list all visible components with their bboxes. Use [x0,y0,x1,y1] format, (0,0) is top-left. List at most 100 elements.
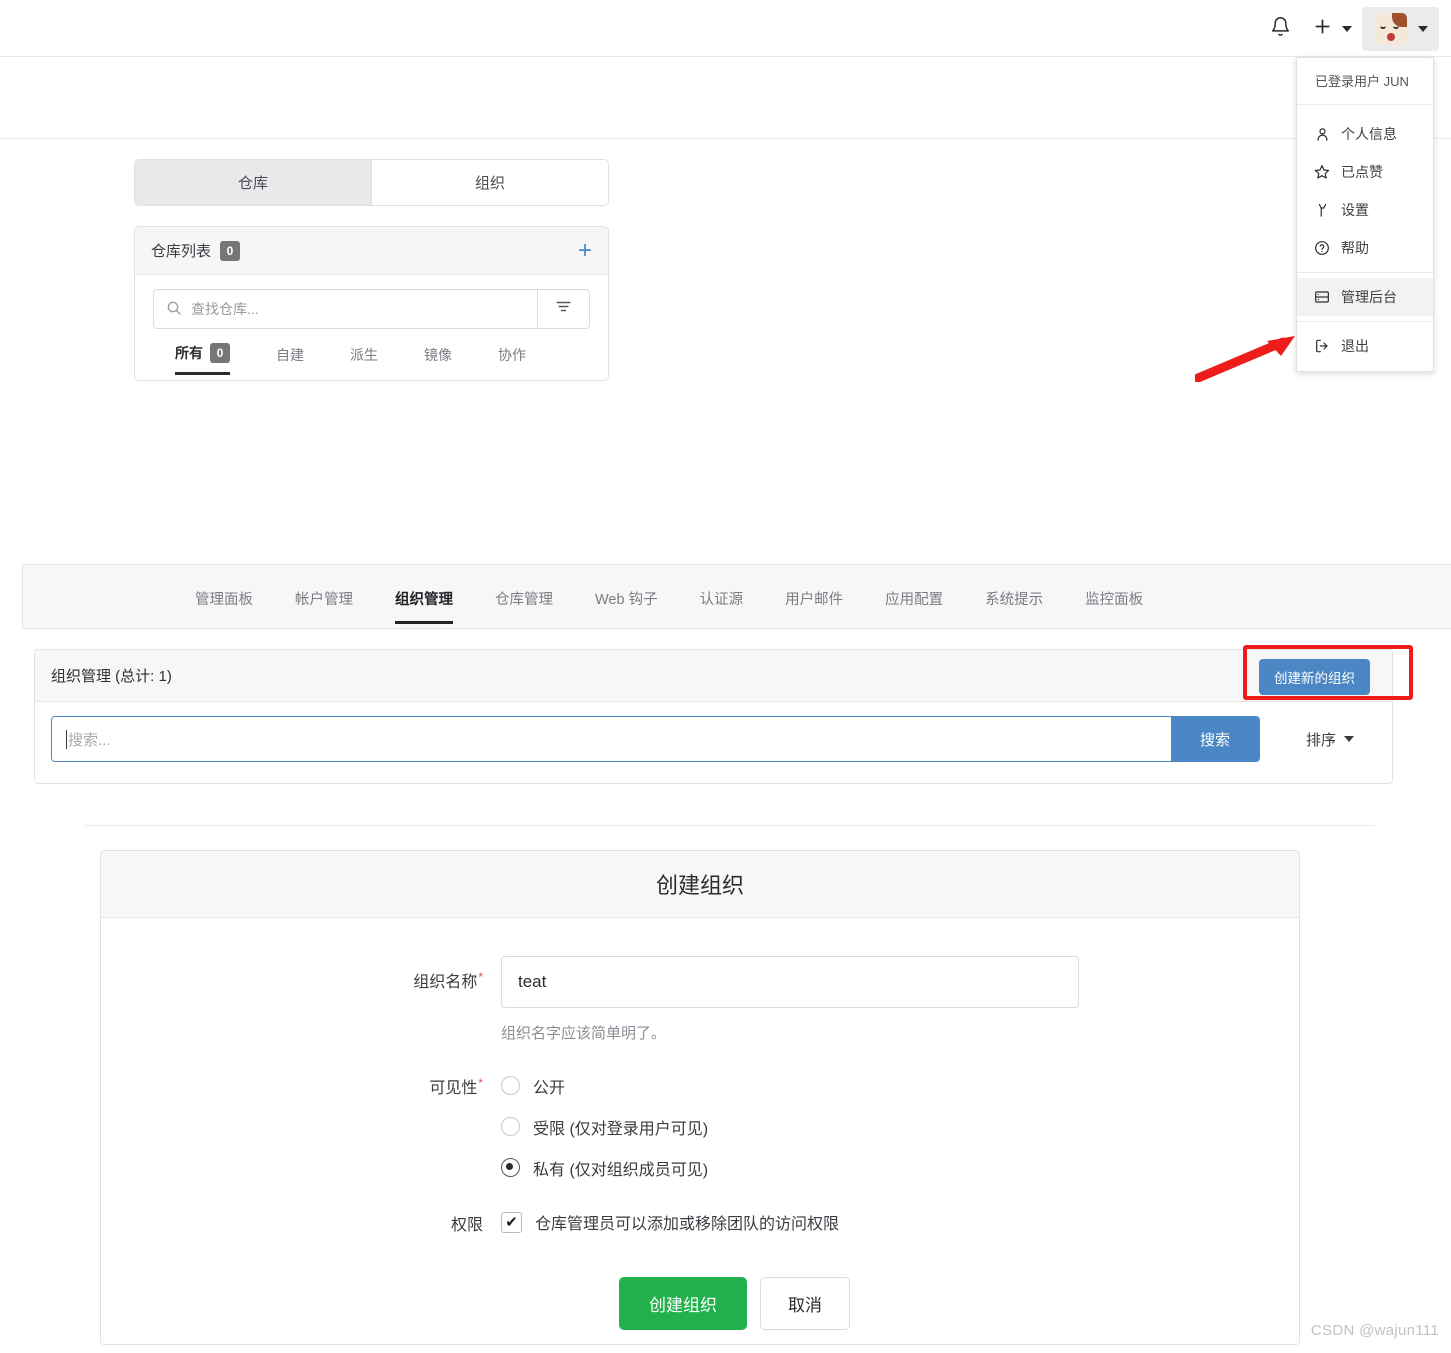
visibility-option-private[interactable]: 私有 (仅对组织成员可见) [501,1147,1299,1188]
avatar-hair [1392,12,1407,27]
repository-filter-tab-forks[interactable]: 派生 [350,337,378,375]
admin-tab-emails[interactable]: 用户邮件 [785,564,843,621]
filter-tab-count: 0 [210,343,230,363]
repository-filter-tab-all[interactable]: 所有 0 [175,337,230,375]
menu-item-label: 退出 [1341,338,1369,354]
admin-tab-organizations[interactable]: 组织管理 [395,564,453,624]
radio-public[interactable] [501,1076,520,1095]
filter-tab-label: 镜像 [424,346,452,363]
radio-label: 受限 (仅对登录用户可见) [533,1120,709,1138]
segment-tab-repositories[interactable]: 仓库 [135,160,371,205]
repository-filter-tabs: 所有 0 自建 派生 镜像 协作 [153,337,590,375]
menu-item-profile[interactable]: 个人信息 [1297,115,1433,153]
watermark: CSDN @wajun111 [1310,1322,1439,1339]
admin-tab-label: 组织管理 [395,592,453,608]
org-name-input[interactable] [501,956,1079,1008]
form-row-visibility: 可见性* 公开 受限 (仅对登录用户可见) 私有 (仅对组织成员可见) [101,1065,1299,1188]
admin-tab-monitoring[interactable]: 监控面板 [1085,564,1143,621]
admin-tab-dashboard[interactable]: 管理面板 [195,564,253,621]
menu-item-label: 已点赞 [1341,164,1383,180]
repository-filter-button[interactable] [537,290,589,328]
menu-item-settings[interactable]: 设置 [1297,191,1433,229]
repository-search-input[interactable]: 查找仓库... [154,290,537,328]
admin-tab-label: 应用配置 [885,592,944,608]
checkbox-label: 仓库管理员可以添加或移除团队的访问权限 [535,1216,840,1233]
chevron-down-icon [1344,736,1355,742]
organization-search-row: 搜索... 搜索 排序 [35,702,1392,762]
create-new-organization-button[interactable]: 创建新的组织 [1259,659,1370,695]
menu-item-logout[interactable]: 退出 [1297,327,1433,371]
menu-item-admin-panel[interactable]: 管理后台 [1297,278,1433,316]
admin-tab-repositories[interactable]: 仓库管理 [495,564,553,621]
admin-tab-notices[interactable]: 系统提示 [985,564,1043,621]
sign-out-icon [1314,338,1330,354]
annotation-arrow [1193,330,1305,383]
server-icon [1314,289,1330,305]
submit-create-organization-button[interactable]: 创建组织 [619,1277,747,1330]
admin-tab-authentication[interactable]: 认证源 [700,564,744,621]
repository-count-badge: 0 [220,240,241,261]
text-cursor [66,729,67,749]
repository-filter-tab-mirrors[interactable]: 镜像 [424,337,452,375]
repository-filter-tab-collaborative[interactable]: 协作 [498,337,526,375]
avatar [1375,12,1407,45]
navbar-right-actions [1258,0,1439,57]
form-row-org-name: 组织名称* 组织名字应该简单明了。 [101,956,1299,1043]
visibility-option-limited[interactable]: 受限 (仅对登录用户可见) [501,1106,1299,1147]
repository-list-card: 仓库列表 0 + 查找仓库... 所有 0 自建 派生 镜像 协作 [134,226,609,381]
section-divider [85,825,1375,826]
notification-bell-button[interactable] [1258,7,1302,51]
admin-tab-label: 用户邮件 [785,592,844,608]
admin-tab-label: 认证源 [699,592,744,608]
organization-search-button[interactable]: 搜索 [1171,717,1259,761]
admin-tab-config[interactable]: 应用配置 [885,564,943,621]
permission-control: ✔ 仓库管理员可以添加或移除团队的访问权限 [501,1210,1299,1235]
avatar-eye-right [1393,26,1399,29]
filter-tab-label: 派生 [350,346,378,363]
organization-search-input[interactable]: 搜索... [52,717,1171,761]
search-icon [166,300,182,319]
form-action-buttons: 创建组织 取消 [619,1277,1299,1330]
menu-item-help[interactable]: 帮助 [1297,229,1433,267]
filter-tab-label: 协作 [498,346,526,363]
segment-tab-label: 组织 [474,175,505,192]
admin-navigation-bar: 管理面板 帐户管理 组织管理 仓库管理 Web 钩子 认证源 用户邮件 应用配置 [22,564,1451,629]
filter-tab-label: 自建 [276,346,304,363]
repository-filter-tab-own[interactable]: 自建 [276,337,304,375]
organization-panel-title: 组织管理 (总计: 1) [51,668,172,685]
segment-tab-organizations[interactable]: 组织 [371,160,608,205]
person-icon [1314,126,1330,142]
repository-search-placeholder: 查找仓库... [191,301,259,317]
cancel-button[interactable]: 取消 [760,1277,850,1330]
radio-limited[interactable] [501,1117,520,1136]
org-name-help-text: 组织名字应该简单明了。 [501,1025,667,1042]
filter-icon [554,297,573,321]
visibility-option-public[interactable]: 公开 [501,1065,1299,1106]
chevron-down-icon [1342,25,1352,32]
checkbox-repo-admin-change-team-access[interactable]: ✔ [501,1211,522,1233]
question-circle-icon [1314,240,1330,256]
wrench-icon [1314,202,1330,218]
required-marker: * [478,1075,483,1090]
create-organization-form-header: 创建组织 [101,851,1299,918]
sort-dropdown[interactable]: 排序 [1306,729,1355,750]
star-icon [1314,164,1330,180]
admin-tab-webhooks[interactable]: Web 钩子 [595,564,658,621]
menu-item-label: 设置 [1341,202,1369,218]
menu-item-starred[interactable]: 已点赞 [1297,153,1433,191]
admin-tab-accounts[interactable]: 帐户管理 [295,564,353,621]
create-organization-form-body: 组织名称* 组织名字应该简单明了。 可见性* 公开 [101,918,1299,1330]
radio-private[interactable] [501,1158,520,1177]
create-new-menu-button[interactable] [1302,7,1362,51]
user-dropdown-menu: 已登录用户 JUN 个人信息 已点赞 设置 帮助 管理后台 退出 [1296,57,1434,372]
permission-label: 权限 [101,1210,501,1235]
new-repository-button[interactable]: + [578,238,592,263]
menu-divider [1297,321,1433,322]
organization-management-panel: 组织管理 (总计: 1) 创建新的组织 搜索... 搜索 排序 [34,649,1393,784]
radio-label: 私有 (仅对组织成员可见) [533,1161,709,1179]
user-avatar-menu-button[interactable] [1362,6,1439,51]
permission-option-row[interactable]: ✔ 仓库管理员可以添加或移除团队的访问权限 [501,1210,1299,1234]
avatar-mouth [1387,32,1395,41]
org-name-label-text: 组织名称 [413,974,478,991]
permission-label-text: 权限 [450,1217,483,1234]
